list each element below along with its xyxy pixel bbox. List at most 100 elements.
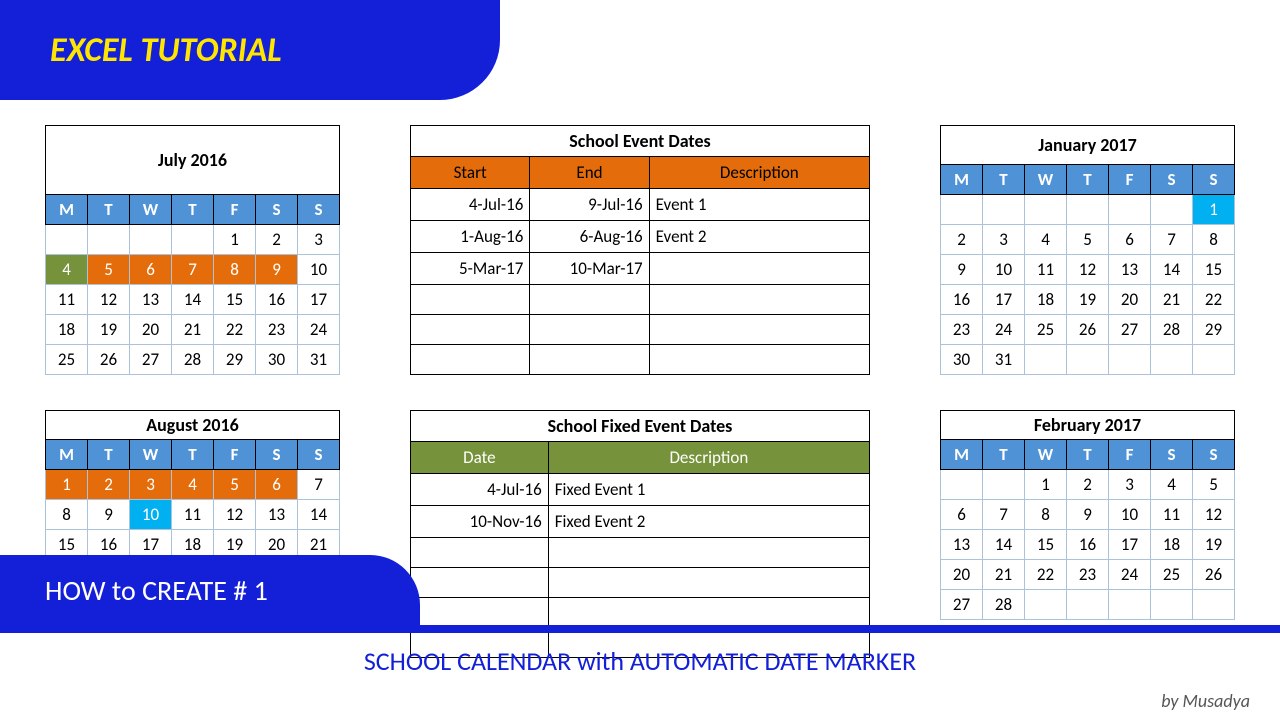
month-name: January 2017 [941, 126, 1235, 165]
month-name: February 2017 [941, 411, 1235, 440]
day-cell [1025, 620, 1067, 621]
table-row [411, 568, 870, 598]
day-cell [983, 195, 1025, 225]
day-cell: 5 [1193, 470, 1235, 500]
day-cell: 12 [88, 285, 130, 315]
day-cell [130, 225, 172, 255]
day-cell: 31 [298, 345, 340, 375]
day-cell: 17 [983, 285, 1025, 315]
calendar-jan17: January 2017MTWTFSS123456789101112131415… [940, 125, 1235, 375]
table-row [411, 285, 870, 315]
day-cell: 7 [983, 500, 1025, 530]
day-cell: 14 [172, 285, 214, 315]
day-cell: 11 [172, 500, 214, 530]
day-cell: 8 [214, 255, 256, 285]
event-col-desc: Description [649, 157, 869, 189]
day-cell: 7 [298, 470, 340, 500]
day-cell: 6 [256, 470, 298, 500]
table-row: 4-Jul-16Fixed Event 1 [411, 474, 870, 506]
dow-cell: T [1067, 165, 1109, 195]
dow-cell: T [1067, 440, 1109, 470]
dow-cell: T [88, 195, 130, 225]
day-cell [1193, 590, 1235, 620]
day-cell: 24 [1109, 560, 1151, 590]
day-cell: 11 [46, 285, 88, 315]
event-col-start: Start [411, 157, 530, 189]
day-cell [1151, 620, 1193, 621]
dow-cell: S [1151, 165, 1193, 195]
dow-cell: F [1109, 440, 1151, 470]
day-cell: 30 [256, 345, 298, 375]
day-cell: 25 [46, 345, 88, 375]
day-cell: 12 [214, 500, 256, 530]
dow-cell: W [130, 195, 172, 225]
day-cell [172, 225, 214, 255]
day-cell: 26 [88, 345, 130, 375]
month-name: August 2016 [46, 411, 340, 440]
day-cell: 31 [983, 345, 1025, 375]
day-cell: 21 [172, 315, 214, 345]
day-cell [1151, 195, 1193, 225]
day-cell: 29 [1193, 315, 1235, 345]
table-row [411, 315, 870, 345]
footer-title: SCHOOL CALENDAR with AUTOMATIC DATE MARK… [0, 645, 1280, 677]
day-cell [1067, 620, 1109, 621]
day-cell: 7 [1151, 225, 1193, 255]
header-banner: EXCEL TUTORIAL [0, 0, 500, 100]
day-cell: 3 [130, 470, 172, 500]
day-cell: 17 [298, 285, 340, 315]
dow-cell: T [88, 440, 130, 470]
day-cell: 2 [1067, 470, 1109, 500]
day-cell [1025, 345, 1067, 375]
month-name: July 2016 [46, 126, 340, 195]
day-cell [941, 195, 983, 225]
day-cell: 1 [214, 225, 256, 255]
day-cell: 10 [983, 255, 1025, 285]
fixed-event-title: School Fixed Event Dates [411, 411, 870, 442]
day-cell: 8 [1025, 500, 1067, 530]
day-cell [46, 225, 88, 255]
dow-cell: F [1109, 165, 1151, 195]
day-cell: 4 [46, 255, 88, 285]
day-cell: 8 [46, 500, 88, 530]
day-cell: 2 [88, 470, 130, 500]
day-cell: 18 [1151, 530, 1193, 560]
fixed-col-desc: Description [548, 442, 869, 474]
dow-cell: M [941, 165, 983, 195]
day-cell: 22 [1025, 560, 1067, 590]
day-cell: 19 [1193, 530, 1235, 560]
day-cell: 19 [1067, 285, 1109, 315]
day-cell [1025, 195, 1067, 225]
day-cell: 16 [1067, 530, 1109, 560]
day-cell: 4 [1025, 225, 1067, 255]
day-cell: 5 [214, 470, 256, 500]
dow-cell: M [46, 195, 88, 225]
day-cell: 10 [130, 500, 172, 530]
dow-cell: M [46, 440, 88, 470]
table-row: 4-Jul-169-Jul-16Event 1 [411, 189, 870, 221]
day-cell [1193, 345, 1235, 375]
calendar-jul16: July 2016MTWTFSS123456789101112131415161… [45, 125, 340, 375]
dow-cell: S [298, 440, 340, 470]
event-rows: 4-Jul-169-Jul-16Event 11-Aug-166-Aug-16E… [411, 189, 870, 375]
day-cell: 11 [1025, 255, 1067, 285]
day-cell [1109, 620, 1151, 621]
subheader-label: HOW to CREATE # 1 [45, 573, 268, 608]
day-cell: 24 [298, 315, 340, 345]
day-cell [1151, 345, 1193, 375]
day-cell: 12 [1193, 500, 1235, 530]
day-cell: 10 [298, 255, 340, 285]
day-cell: 17 [1109, 530, 1151, 560]
day-cell [941, 620, 983, 621]
day-cell: 4 [172, 470, 214, 500]
day-cell: 27 [130, 345, 172, 375]
day-cell: 23 [1067, 560, 1109, 590]
day-cell [1109, 590, 1151, 620]
day-cell: 11 [1151, 500, 1193, 530]
day-cell: 30 [941, 345, 983, 375]
day-cell: 9 [941, 255, 983, 285]
dow-cell: F [214, 195, 256, 225]
day-cell: 13 [256, 500, 298, 530]
day-cell: 21 [983, 560, 1025, 590]
dow-cell: W [130, 440, 172, 470]
